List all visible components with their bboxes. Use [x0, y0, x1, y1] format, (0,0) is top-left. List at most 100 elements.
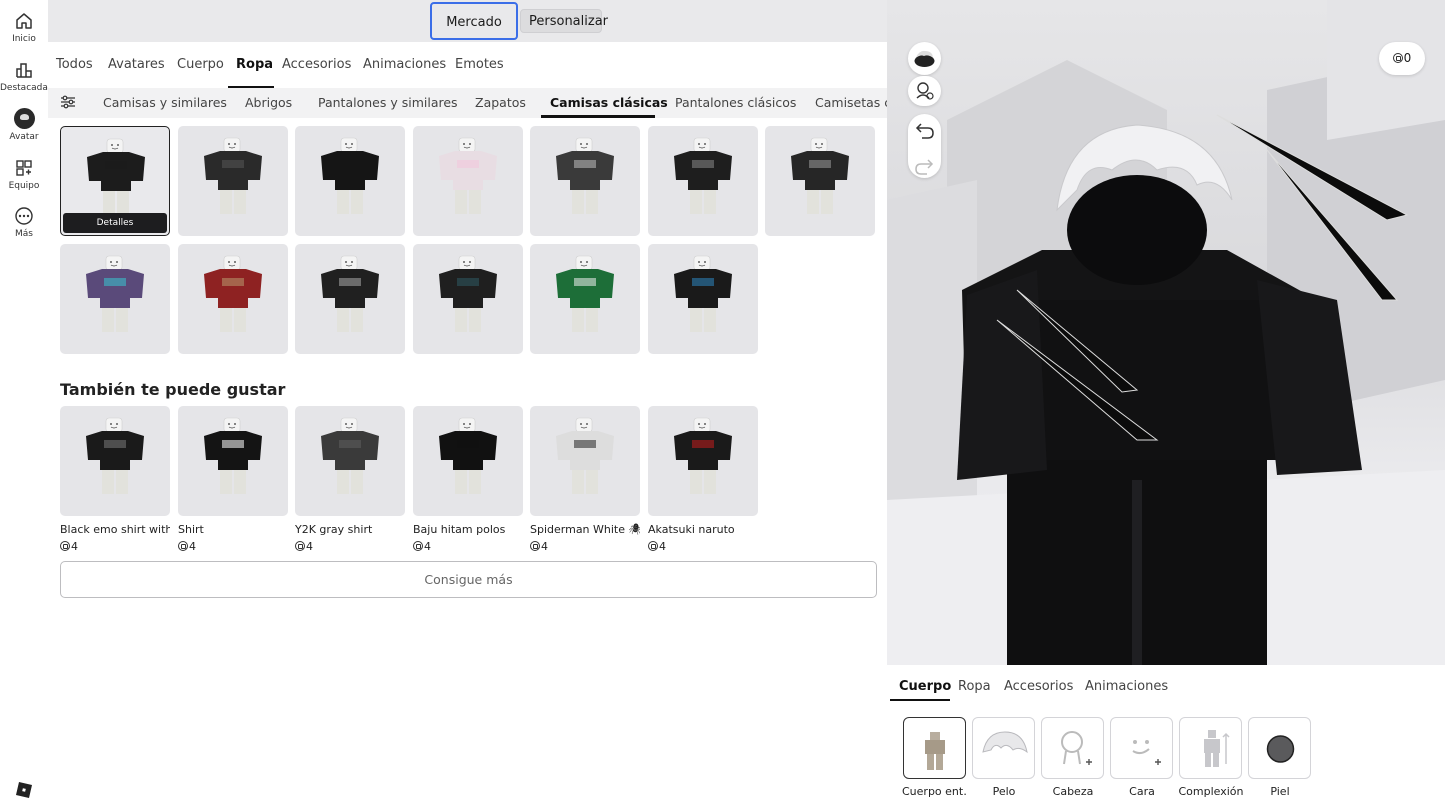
shirt-thumbnail — [556, 137, 614, 214]
inventory-item[interactable] — [178, 126, 288, 236]
recommended-item-price: 4 — [178, 540, 196, 553]
inventory-item[interactable] — [60, 244, 170, 354]
outfit-button[interactable] — [908, 76, 941, 106]
avatar-viewport[interactable]: 0 — [887, 0, 1445, 665]
slot-build-label: Complexión — [1178, 785, 1244, 798]
recommended-item-name[interactable]: Baju hitam polos — [413, 523, 523, 536]
hair-icon — [982, 731, 1028, 754]
subtab-classic-pants[interactable]: Pantalones clásicos — [675, 95, 796, 110]
inventory-item[interactable] — [295, 126, 405, 236]
inventory-item[interactable] — [648, 244, 758, 354]
roblox-logo-icon[interactable] — [15, 781, 33, 799]
editor-active-tab-indicator — [890, 699, 950, 701]
editor-tab-animations[interactable]: Animaciones — [1085, 679, 1168, 694]
robux-icon — [413, 541, 423, 551]
editor-tab-body[interactable]: Cuerpo — [899, 679, 951, 694]
nav-team-label: Equipo — [8, 181, 40, 191]
filter-icon[interactable] — [60, 94, 76, 110]
recommended-item-price-value: 4 — [71, 540, 78, 553]
customize-tab[interactable]: Personalizar — [520, 9, 608, 33]
redo-icon[interactable] — [908, 150, 941, 182]
avatar-thumbnail-button[interactable] — [908, 42, 941, 75]
shirt-thumbnail — [86, 417, 144, 494]
get-more-button[interactable]: Consigue más — [60, 561, 877, 598]
recommended-item-name[interactable]: Akatsuki naruto — [648, 523, 758, 536]
shirt-thumbnail — [439, 255, 497, 332]
nav-avatar[interactable]: Avatar — [0, 108, 48, 142]
chart-icon — [16, 63, 32, 78]
nav-featured-label: Destacadas — [0, 83, 53, 93]
shirt-thumbnail — [791, 137, 849, 214]
inventory-item[interactable] — [295, 244, 405, 354]
nav-featured[interactable]: Destacadas — [0, 60, 53, 93]
recommended-item[interactable] — [295, 406, 405, 516]
recommended-item-name[interactable]: Shirt — [178, 523, 288, 536]
subtab-classic-shirts[interactable]: Camisas clásicas — [550, 95, 668, 110]
top-header: Mercado Personalizar — [48, 0, 887, 42]
robux-icon — [530, 541, 540, 551]
recommended-item[interactable] — [60, 406, 170, 516]
inventory-item[interactable] — [530, 126, 640, 236]
editor-tab-clothing[interactable]: Ropa — [958, 679, 991, 694]
nav-team[interactable]: Equipo — [0, 158, 48, 191]
inventory-item[interactable] — [648, 126, 758, 236]
recommended-item-name[interactable]: Spiderman White 🕷 — [530, 523, 640, 536]
recommended-item-price: 4 — [648, 540, 666, 553]
subcategory-tabs: Camisas y similares Abrigos Pantalones y… — [48, 88, 887, 118]
left-nav: Inicio Destacadas Avatar Equipo Más — [0, 0, 53, 811]
tab-accesorios[interactable]: Accesorios — [282, 57, 351, 72]
shirt-thumbnail — [321, 137, 379, 214]
slot-head[interactable] — [1041, 717, 1104, 779]
slot-face[interactable] — [1110, 717, 1173, 779]
nav-home[interactable]: Inicio — [0, 11, 48, 44]
subtab-classic-tshirts[interactable]: Camisetas c — [815, 95, 887, 110]
shirt-thumbnail — [321, 417, 379, 494]
robux-icon — [648, 541, 658, 551]
recommended-item-price: 4 — [60, 540, 78, 553]
subtab-pants[interactable]: Pantalones y similares — [318, 95, 458, 110]
head-add-icon — [1061, 731, 1092, 765]
recommended-item-name[interactable]: Black emo shirt with — [60, 523, 170, 536]
tab-cuerpo[interactable]: Cuerpo — [177, 57, 224, 72]
slot-build[interactable] — [1179, 717, 1242, 779]
slot-full-body[interactable] — [903, 717, 966, 779]
details-button[interactable]: Detalles — [63, 213, 167, 233]
tab-todos[interactable]: Todos — [56, 57, 93, 72]
subtab-jackets[interactable]: Abrigos — [245, 95, 292, 110]
tab-emotes[interactable]: Emotes — [455, 57, 504, 72]
inventory-item[interactable]: Detalles — [60, 126, 170, 236]
slot-skin[interactable] — [1248, 717, 1311, 779]
tab-ropa[interactable]: Ropa — [236, 57, 273, 72]
inventory-item[interactable] — [413, 244, 523, 354]
shirt-thumbnail — [674, 255, 732, 332]
recommended-item[interactable] — [648, 406, 758, 516]
editor-tab-accessories[interactable]: Accesorios — [1004, 679, 1073, 694]
subtab-shoes[interactable]: Zapatos — [475, 95, 526, 110]
inventory-item[interactable] — [413, 126, 523, 236]
recommendations-title: También te puede gustar — [60, 380, 286, 399]
market-tab[interactable]: Mercado — [430, 2, 518, 40]
shirt-thumbnail — [439, 137, 497, 214]
tab-avatares[interactable]: Avatares — [108, 57, 165, 72]
tab-animaciones[interactable]: Animaciones — [363, 57, 446, 72]
undo-redo-group — [908, 114, 941, 178]
shirt-thumbnail — [439, 417, 497, 494]
undo-icon[interactable] — [908, 114, 941, 146]
nav-more-label: Más — [15, 229, 33, 239]
recommended-item-name[interactable]: Y2K gray shirt — [295, 523, 405, 536]
recommended-item[interactable] — [530, 406, 640, 516]
recommended-item-price: 4 — [413, 540, 431, 553]
recommended-item-price: 4 — [530, 540, 548, 553]
slot-head-label: Cabeza — [1052, 785, 1094, 798]
recommended-item[interactable] — [178, 406, 288, 516]
slot-hair[interactable] — [972, 717, 1035, 779]
subtab-shirts[interactable]: Camisas y similares — [103, 95, 227, 110]
nav-more[interactable]: Más — [0, 206, 48, 239]
robux-balance[interactable]: 0 — [1379, 42, 1425, 75]
face-add-icon — [1132, 740, 1161, 765]
inventory-item[interactable] — [530, 244, 640, 354]
inventory-item[interactable] — [765, 126, 875, 236]
recommended-item[interactable] — [413, 406, 523, 516]
inventory-item[interactable] — [178, 244, 288, 354]
slot-full-body-label: Cuerpo ent… — [902, 785, 968, 798]
